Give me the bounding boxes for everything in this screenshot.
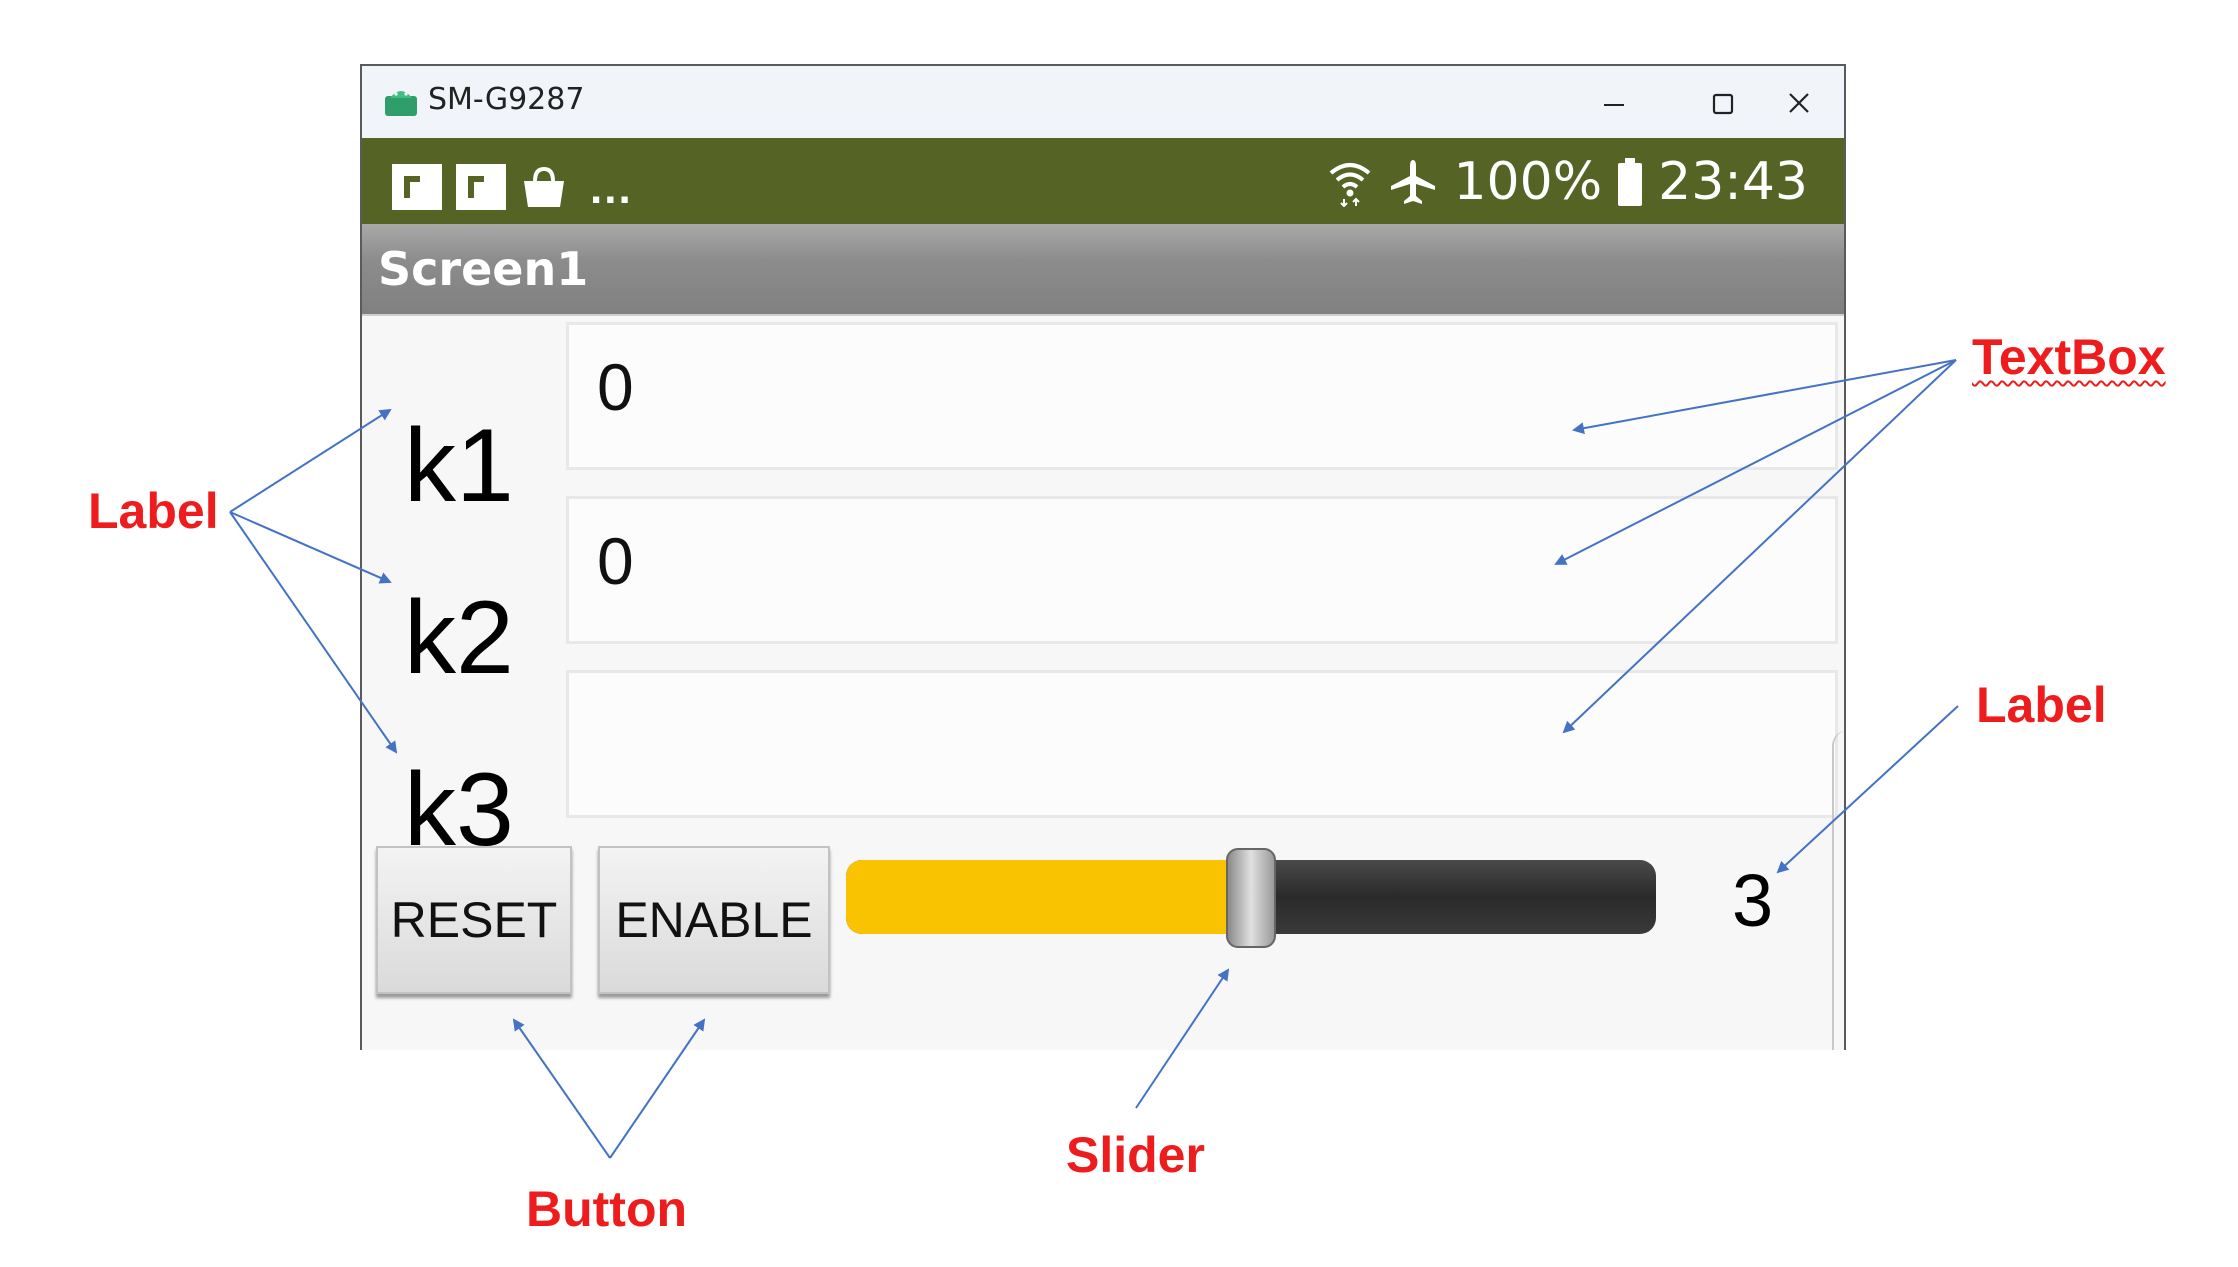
arrow-textbox-1 [1572, 359, 1957, 435]
arrow-button-reset [512, 1018, 611, 1159]
arrow-button-enable [609, 1018, 706, 1159]
arrow-label-value [1776, 705, 1959, 874]
arrow-slider [1135, 968, 1230, 1109]
annotation-button: Button [526, 1181, 688, 1237]
annotation-textbox: TextBox [1972, 329, 2166, 385]
arrow-textbox-3 [1562, 359, 1957, 734]
annotation-arrows [229, 359, 1959, 1159]
annotation-label-right: Label [1976, 677, 2107, 733]
page: SM-G9287 ... 100% 23:43 Screen1 k1 0 k2 … [0, 0, 2238, 1267]
arrow-label-k1 [229, 408, 392, 513]
arrow-textbox-2 [1554, 359, 1957, 565]
annotation-slider: Slider [1066, 1127, 1205, 1183]
annotation-label-left: Label [88, 483, 219, 539]
